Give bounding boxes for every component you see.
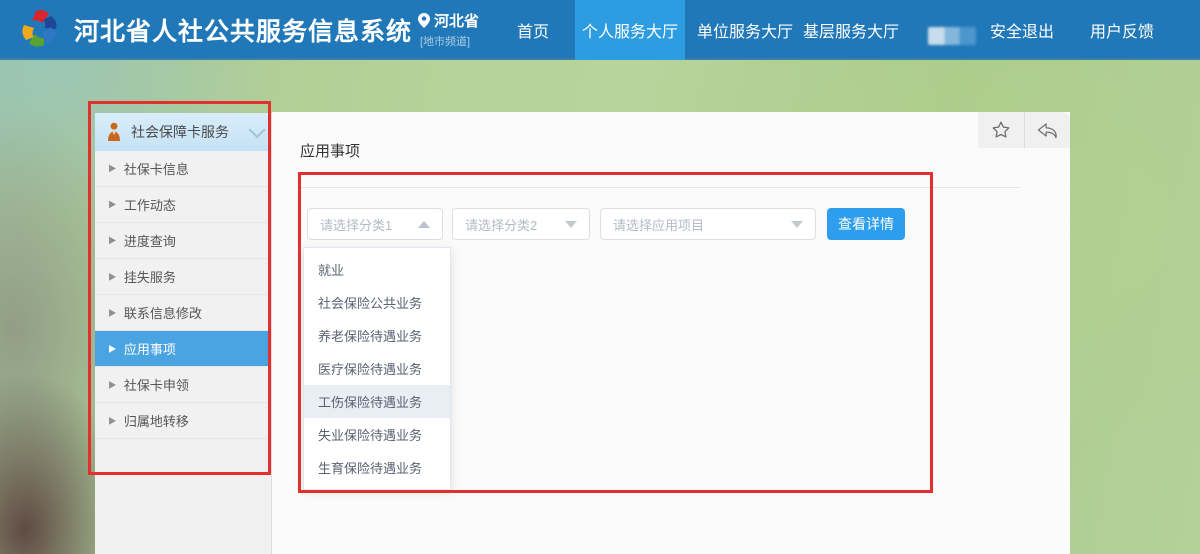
sidebar-group-label: 社会保障卡服务 (131, 122, 249, 142)
sidebar-item-work-news[interactable]: ▶工作动态 (95, 187, 271, 223)
nav-personal-hall[interactable]: 个人服务大厅 (575, 0, 685, 60)
sidebar-group-social-security-card[interactable]: 社会保障卡服务 (95, 113, 271, 151)
category1-placeholder: 请选择分类1 (320, 215, 392, 234)
content-panel: 应用事项 请选择分类1 请选择分类2 请选择应用项目 查看详情 就业 社会保险公… (272, 112, 1070, 554)
pinwheel-logo-icon (16, 7, 62, 53)
caret-right-icon: ▶ (109, 234, 116, 246)
dropdown-option[interactable]: 生育保险待遇业务 (304, 451, 450, 484)
dropdown-option[interactable]: 医疗保险待遇业务 (304, 352, 450, 385)
sidebar-item-transfer[interactable]: ▶归属地转移 (95, 403, 271, 439)
caret-right-icon: ▶ (109, 342, 116, 354)
page-title: 应用事项 (300, 140, 360, 161)
person-icon (105, 122, 123, 142)
nav-home[interactable]: 首页 (505, 0, 561, 60)
project-select[interactable]: 请选择应用项目 (600, 208, 816, 240)
sidebar-item-card-apply[interactable]: ▶社保卡申领 (95, 367, 271, 403)
caret-right-icon: ▶ (109, 162, 116, 174)
location-channel: [地市频道] (420, 33, 504, 49)
category1-select[interactable]: 请选择分类1 (307, 208, 443, 240)
category2-select[interactable]: 请选择分类2 (452, 208, 590, 240)
nav-logout[interactable]: 安全退出 (985, 0, 1059, 60)
nav-grassroots-hall[interactable]: 基层服务大厅 (801, 0, 901, 60)
sidebar-item-progress-query[interactable]: ▶进度查询 (95, 223, 271, 259)
dropdown-option[interactable]: 失业保险待遇业务 (304, 418, 450, 451)
project-placeholder: 请选择应用项目 (613, 215, 704, 234)
username-redacted (928, 27, 976, 45)
favorite-star-icon[interactable] (978, 112, 1024, 148)
location-name: 河北省 (434, 10, 479, 31)
chevron-down-icon (791, 221, 803, 228)
caret-right-icon: ▶ (109, 414, 116, 426)
caret-right-icon: ▶ (109, 378, 116, 390)
view-details-button[interactable]: 查看详情 (827, 208, 905, 240)
chevron-up-icon (418, 221, 430, 228)
dropdown-option[interactable]: 社会保险公共业务 (304, 286, 450, 319)
caret-right-icon: ▶ (109, 198, 116, 210)
top-header: 河北省人社公共服务信息系统 河北省 [地市频道] 首页 个人服务大厅 单位服务大… (0, 0, 1200, 60)
sidebar-item-contact-info[interactable]: ▶联系信息修改 (95, 295, 271, 331)
chevron-down-icon (565, 221, 577, 228)
nav-unit-hall[interactable]: 单位服务大厅 (693, 0, 797, 60)
location-selector[interactable]: 河北省 [地市频道] (418, 10, 504, 49)
sidebar-item-card-info[interactable]: ▶社保卡信息 (95, 151, 271, 187)
category1-dropdown: 就业 社会保险公共业务 养老保险待遇业务 医疗保险待遇业务 工伤保险待遇业务 失… (303, 247, 451, 490)
back-arrow-icon[interactable] (1024, 112, 1071, 148)
app-window: 河北省人社公共服务信息系统 河北省 [地市频道] 首页 个人服务大厅 单位服务大… (0, 0, 1200, 554)
sidebar-item-loss-report[interactable]: ▶挂失服务 (95, 259, 271, 295)
sidebar: 社会保障卡服务 ▶社保卡信息 ▶工作动态 ▶进度查询 ▶挂失服务 ▶联系信息修改… (95, 113, 272, 554)
caret-right-icon: ▶ (109, 306, 116, 318)
dropdown-option[interactable]: 就业 (304, 253, 450, 286)
category2-placeholder: 请选择分类2 (465, 215, 537, 234)
chevron-down-icon (249, 121, 266, 138)
nav-feedback[interactable]: 用户反馈 (1086, 0, 1158, 60)
dropdown-option[interactable]: 养老保险待遇业务 (304, 319, 450, 352)
panel-toolbar (978, 112, 1070, 148)
site-title: 河北省人社公共服务信息系统 (74, 0, 412, 60)
title-divider (300, 187, 1020, 188)
sidebar-item-application-matters[interactable]: ▶应用事项 (95, 331, 271, 367)
dropdown-option-highlighted[interactable]: 工伤保险待遇业务 (304, 385, 450, 418)
caret-right-icon: ▶ (109, 270, 116, 282)
location-pin-icon (418, 13, 430, 28)
